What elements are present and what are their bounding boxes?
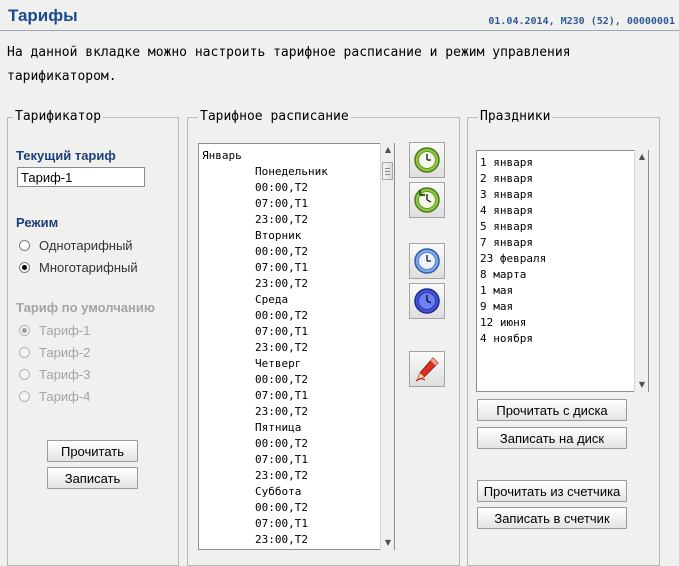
schedule-line[interactable]: Вторник [202, 228, 328, 244]
tariffer-read-button[interactable]: Прочитать [47, 440, 138, 462]
page-description: На данной вкладке можно настроить тарифн… [7, 45, 571, 84]
schedule-line[interactable]: 00:00,T2 [202, 244, 328, 260]
schedule-line[interactable]: 00:00,T2 [202, 436, 328, 452]
scroll-down-icon[interactable]: ▼ [381, 536, 395, 550]
schedule-line[interactable]: Среда [202, 292, 328, 308]
schedule-line[interactable]: 23:00,T2 [202, 340, 328, 356]
read-meter-button[interactable]: Прочитать из счетчика [477, 480, 627, 502]
grip-icon [385, 168, 390, 169]
schedule-line[interactable]: 00:00,T2 [202, 500, 328, 516]
tariffer-group: Тарификатор Текущий тариф Режим Однотари… [7, 109, 179, 566]
grip-icon [385, 171, 390, 172]
schedule-group: Тарифное расписание Январь Понедельник 0… [187, 109, 460, 566]
mode-single-label: Однотарифный [39, 237, 133, 253]
mode-single-radio[interactable] [19, 239, 30, 251]
default-tariff-1-radio[interactable] [19, 324, 30, 336]
clock-blue-dark-icon [414, 288, 440, 314]
schedule-line[interactable]: 07:00,T1 [202, 260, 328, 276]
schedule-scrollbar[interactable]: ▲ ▼ [380, 143, 395, 550]
default-tariff-2-radio[interactable] [19, 346, 30, 358]
clock-blue-icon [414, 248, 440, 274]
clock-undo-icon [414, 187, 440, 213]
holiday-item[interactable]: 7 января [480, 235, 546, 251]
page-title: Тарифы [8, 6, 78, 25]
schedule-line[interactable]: 23:00,T2 [202, 532, 328, 548]
holiday-item[interactable]: 3 января [480, 187, 546, 203]
default-tariff-3-radio[interactable] [19, 368, 30, 380]
default-tariff-1-label: Тариф-1 [39, 322, 91, 338]
holiday-item[interactable]: 8 марта [480, 267, 546, 283]
tariffer-write-button[interactable]: Записать [47, 467, 138, 489]
schedule-line[interactable]: Четверг [202, 356, 328, 372]
schedule-line[interactable]: Пятница [202, 420, 328, 436]
mode-multi-label: Многотарифный [39, 259, 138, 275]
schedule-lines: Январь Понедельник 00:00,T2 07:00,T1 23:… [202, 148, 328, 548]
clock-read-icon [414, 147, 440, 173]
holiday-item[interactable]: 23 февраля [480, 251, 546, 267]
schedule-legend: Тарифное расписание [198, 109, 351, 125]
holiday-item[interactable]: 5 января [480, 219, 546, 235]
schedule-line[interactable]: 23:00,T2 [202, 212, 328, 228]
mode-multi-option[interactable]: Многотарифный [19, 258, 138, 276]
holiday-item[interactable]: 12 июня [480, 315, 546, 331]
schedule-line[interactable]: Суббота [202, 484, 328, 500]
holiday-lines: 1 января 2 января 3 января 4 января 5 января… [480, 155, 546, 347]
schedule-scroll-thumb[interactable] [382, 162, 393, 180]
default-tariff-4-radio[interactable] [19, 390, 30, 402]
write-meter-button[interactable]: Записать в счетчик [477, 507, 627, 529]
mode-single-option[interactable]: Однотарифный [19, 236, 133, 254]
holidays-group: Праздники 1 января 2 января 3 января 4 янва… [467, 109, 660, 566]
pen-icon [415, 357, 439, 382]
read-clock-button[interactable] [409, 142, 445, 178]
current-tariff-input[interactable] [17, 167, 145, 187]
schedule-list[interactable]: Январь Понедельник 00:00,T2 07:00,T1 23:… [198, 143, 380, 550]
holiday-item[interactable]: 4 января [480, 203, 546, 219]
schedule-line[interactable]: Понедельник [202, 164, 328, 180]
default-tariff-1-option[interactable]: Тариф-1 [19, 321, 90, 339]
scroll-up-icon[interactable]: ▲ [381, 143, 395, 157]
schedule-line[interactable]: 23:00,T2 [202, 276, 328, 292]
blue-clock-button[interactable] [409, 243, 445, 279]
holidays-list[interactable]: 1 января 2 января 3 января 4 января 5 января… [476, 150, 634, 392]
schedule-line[interactable]: 00:00,T2 [202, 180, 328, 196]
scroll-up-icon[interactable]: ▲ [635, 150, 649, 164]
default-tariff-4-option[interactable]: Тариф-4 [19, 387, 90, 405]
grip-icon [385, 174, 390, 175]
holiday-item[interactable]: 9 мая [480, 299, 546, 315]
mode-label: Режим [16, 215, 59, 230]
default-tariff-2-label: Тариф-2 [39, 344, 91, 360]
schedule-line[interactable]: 00:00,T2 [202, 372, 328, 388]
default-tariff-label: Тариф по умолчанию [16, 300, 155, 315]
write-disk-button[interactable]: Записать на диск [477, 427, 627, 449]
schedule-line[interactable]: 07:00,T1 [202, 516, 328, 532]
mode-multi-radio[interactable] [19, 261, 30, 273]
holiday-item[interactable]: 4 ноября [480, 331, 546, 347]
schedule-line[interactable]: 07:00,T1 [202, 452, 328, 468]
schedule-line[interactable]: 00:00,T2 [202, 308, 328, 324]
device-info: 01.04.2014, M230 (52), 00000001 [488, 16, 675, 27]
schedule-line[interactable]: 07:00,T1 [202, 324, 328, 340]
undo-clock-button[interactable] [409, 182, 445, 218]
schedule-line[interactable]: 07:00,T1 [202, 388, 328, 404]
holiday-item[interactable]: 1 января [480, 155, 546, 171]
scroll-down-icon[interactable]: ▼ [635, 378, 649, 392]
schedule-line[interactable]: 23:00,T2 [202, 468, 328, 484]
holidays-scrollbar[interactable]: ▲ ▼ [634, 150, 649, 392]
default-tariff-2-option[interactable]: Тариф-2 [19, 343, 90, 361]
holiday-item[interactable]: 1 мая [480, 283, 546, 299]
blue-dark-clock-button[interactable] [409, 283, 445, 319]
holiday-item[interactable]: 2 января [480, 171, 546, 187]
tariffer-legend: Тарификатор [13, 109, 104, 125]
schedule-line[interactable]: 07:00,T1 [202, 196, 328, 212]
default-tariff-3-option[interactable]: Тариф-3 [19, 365, 90, 383]
schedule-line[interactable]: 23:00,T2 [202, 404, 328, 420]
default-tariff-3-label: Тариф-3 [39, 366, 91, 382]
read-disk-button[interactable]: Прочитать с диска [477, 399, 627, 421]
current-tariff-label: Текущий тариф [16, 148, 116, 163]
schedule-line[interactable]: Январь [202, 148, 328, 164]
edit-schedule-button[interactable] [409, 351, 445, 387]
default-tariff-4-label: Тариф-4 [39, 388, 91, 404]
title-divider [0, 30, 679, 31]
holidays-legend: Праздники [478, 109, 553, 125]
